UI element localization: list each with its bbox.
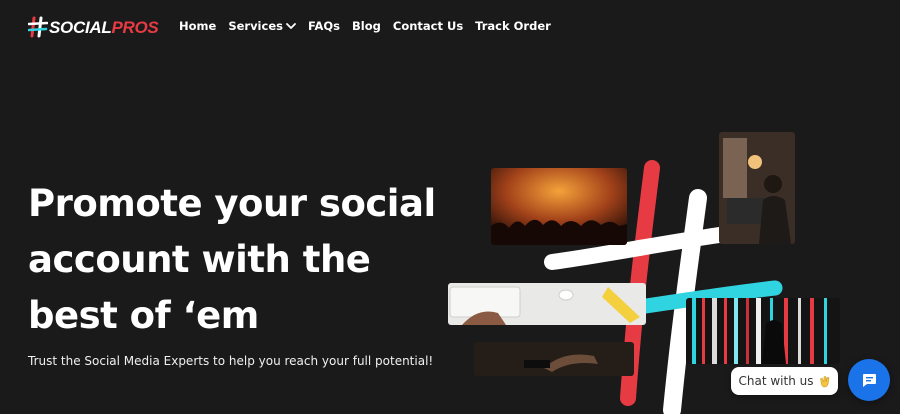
- nav-home[interactable]: Home: [179, 19, 216, 33]
- hashtag-icon: [28, 16, 48, 38]
- chat-bubble-label: Chat with us: [738, 374, 814, 388]
- hero-title-line2: account with the: [28, 238, 371, 281]
- brand-logo[interactable]: SOCIALPROS: [28, 15, 159, 39]
- nav-track-order[interactable]: Track Order: [475, 19, 551, 33]
- workspace-photo: [719, 132, 795, 244]
- brand-name-part1: SOCIAL: [49, 17, 112, 37]
- brand-name-part2: PROS: [111, 17, 159, 37]
- nav-services[interactable]: Services: [228, 19, 296, 33]
- chat-bubble[interactable]: Chat with us: [731, 367, 838, 395]
- nav-contact-us[interactable]: Contact Us: [393, 19, 463, 33]
- site-header: SOCIALPROS Home Services FAQs Blog Conta…: [0, 0, 900, 56]
- hero-subtitle: Trust the Social Media Experts to help y…: [28, 354, 434, 368]
- concert-photo: [491, 168, 627, 245]
- keyboard-photo: [448, 283, 646, 325]
- chat-open-button[interactable]: [848, 359, 890, 401]
- hero-title-line1: Promote your social: [28, 182, 436, 225]
- chat-icon: [863, 374, 876, 387]
- phone-hand-photo: [474, 342, 634, 376]
- main-nav: Home Services FAQs Blog Contact Us Track…: [179, 19, 551, 33]
- nav-blog[interactable]: Blog: [352, 19, 381, 33]
- waving-hand-icon: [819, 375, 829, 387]
- nav-services-label: Services: [228, 19, 283, 33]
- hero-title-line3: best of ‘em: [28, 294, 259, 337]
- chevron-down-icon: [286, 23, 296, 29]
- nav-faqs[interactable]: FAQs: [308, 19, 340, 33]
- neon-lights-photo: [686, 298, 840, 364]
- brand-name: SOCIALPROS: [49, 17, 159, 37]
- hero-title: Promote your social account with the bes…: [28, 176, 448, 344]
